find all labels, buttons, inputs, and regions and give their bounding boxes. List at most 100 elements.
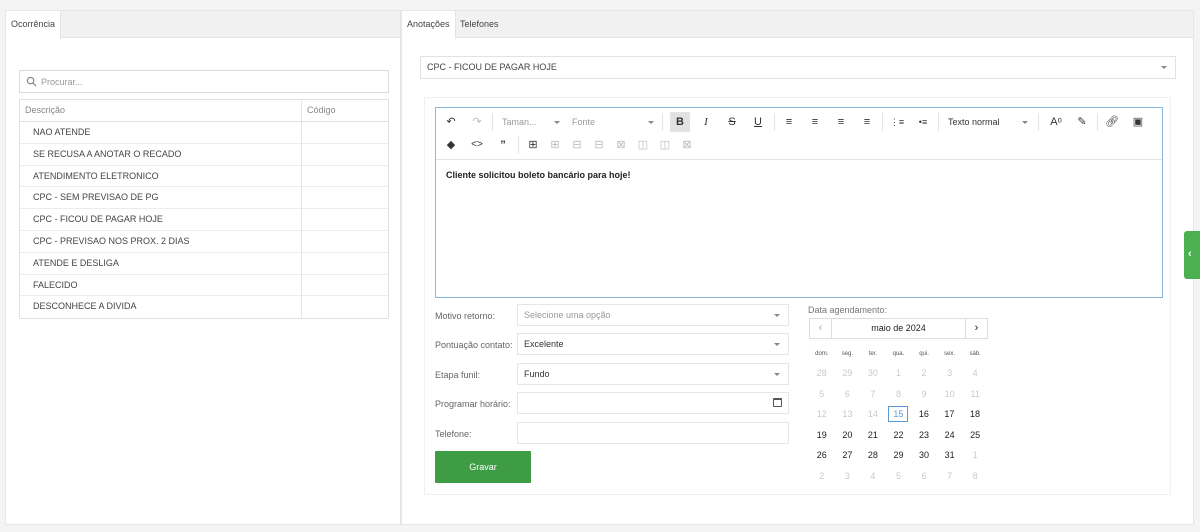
table-row[interactable]: CPC - SEM PREVISAO DE PG: [20, 187, 388, 210]
row-descricao: CPC - FICOU DE PAGAR HOJE: [20, 209, 302, 230]
paragraph-style-select[interactable]: Texto normal: [948, 112, 1028, 132]
table-row[interactable]: FALECIDO: [20, 274, 388, 297]
calendar-icon[interactable]: [773, 398, 782, 407]
programar-horario-input[interactable]: [517, 392, 789, 414]
calendar-day[interactable]: 24: [937, 425, 963, 446]
link-icon[interactable]: 🔗︎: [1102, 112, 1122, 132]
calendar-day[interactable]: 29: [886, 445, 912, 466]
calendar-day: 10: [944, 388, 955, 399]
strikethrough-icon[interactable]: S: [722, 112, 742, 132]
delete-row-icon[interactable]: ⊠: [611, 135, 631, 155]
insert-row-below-icon[interactable]: ⊟: [589, 135, 609, 155]
tab-telefones[interactable]: Telefones: [455, 11, 504, 38]
gravar-button[interactable]: Gravar: [435, 451, 531, 483]
programar-label: Programar horário:: [435, 399, 511, 409]
calendar-day: 4: [870, 470, 876, 481]
highlight-pen-icon[interactable]: ✎: [1072, 112, 1092, 132]
chevron-down-icon: [554, 121, 560, 124]
calendar-day: 9: [921, 388, 927, 399]
calendar-day: 6: [921, 470, 927, 481]
font-size-select[interactable]: Taman...: [502, 112, 560, 132]
row-descricao: NAO ATENDE: [20, 122, 302, 143]
calendar-day: 5: [819, 388, 825, 399]
calendar-day[interactable]: 21: [860, 425, 886, 446]
table-row[interactable]: CPC - FICOU DE PAGAR HOJE: [20, 209, 388, 231]
align-justify-icon[interactable]: ≡: [857, 112, 877, 132]
table-delete-icon[interactable]: ⊞: [545, 135, 565, 155]
table-row[interactable]: SE RECUSA A ANOTAR O RECADO: [20, 143, 388, 166]
calendar-week: 5 6 7 8 9 10 11: [809, 384, 988, 405]
calendar-day[interactable]: 25: [962, 425, 988, 446]
occurrence-select[interactable]: CPC - FICOU DE PAGAR HOJE: [420, 56, 1176, 79]
eraser-icon[interactable]: ◆: [441, 135, 461, 155]
calendar-day[interactable]: 31: [937, 445, 963, 466]
table-header: Descrição Código: [20, 100, 388, 122]
calendar-day[interactable]: 23: [911, 425, 937, 446]
image-icon[interactable]: ▣: [1128, 112, 1148, 132]
insert-column-left-icon[interactable]: ◫: [633, 135, 653, 155]
weekday-label: dom.: [815, 351, 829, 357]
quote-icon[interactable]: ”: [493, 135, 513, 155]
insert-table-icon[interactable]: ⊞: [523, 135, 543, 155]
chevron-right-icon[interactable]: ›: [965, 319, 987, 338]
pontuacao-select[interactable]: Excelente: [517, 333, 789, 355]
table-row[interactable]: ATENDIMENTO ELETRONICO: [20, 165, 388, 188]
search-input[interactable]: [41, 73, 371, 90]
calendar-day[interactable]: 27: [835, 445, 861, 466]
calendar-day[interactable]: 28: [860, 445, 886, 466]
calendar-day: 28: [816, 368, 827, 378]
search-box: [19, 70, 389, 93]
bold-icon[interactable]: B: [670, 112, 690, 132]
etapa-select[interactable]: Fundo: [517, 363, 789, 385]
column-header-codigo[interactable]: Código: [302, 100, 388, 121]
table-row[interactable]: DESCONHECE A DIVIDA: [20, 296, 388, 319]
table-row[interactable]: NAO ATENDE: [20, 122, 388, 144]
italic-icon[interactable]: I: [696, 112, 716, 132]
calendar-day: 8: [895, 388, 901, 399]
calendar-day[interactable]: 19: [809, 425, 835, 446]
calendar-month[interactable]: maio de 2024: [832, 319, 965, 338]
calendar-day: 8: [972, 470, 978, 481]
align-center-icon[interactable]: ≡: [805, 112, 825, 132]
calendar-week: 26 27 28 29 30 31 1: [809, 445, 988, 466]
insert-row-above-icon[interactable]: ⊟: [567, 135, 587, 155]
insert-column-right-icon[interactable]: ◫: [655, 135, 675, 155]
underline-icon[interactable]: U: [748, 112, 768, 132]
motivo-label: Motivo retorno:: [435, 311, 496, 321]
redo-icon[interactable]: ↷: [467, 112, 487, 132]
calendar-day[interactable]: 22: [886, 425, 912, 446]
editor-content[interactable]: Cliente solicitou boleto bancário para h…: [446, 170, 631, 180]
bullet-list-icon[interactable]: •≡: [913, 112, 933, 132]
calendar-day-today[interactable]: 15: [888, 406, 909, 423]
align-left-icon[interactable]: ≡: [779, 112, 799, 132]
calendar-day[interactable]: 20: [835, 425, 861, 446]
chevron-down-icon: [774, 373, 780, 376]
pontuacao-label: Pontuação contato:: [435, 340, 513, 350]
table-row[interactable]: CPC - PREVISAO NOS PROX. 2 DIAS: [20, 230, 388, 253]
calendar-day[interactable]: 30: [911, 445, 937, 466]
undo-icon[interactable]: ↶: [441, 112, 461, 132]
font-color-icon[interactable]: Aᵒ: [1046, 112, 1066, 132]
tab-anotacoes[interactable]: Anotações: [402, 11, 456, 39]
row-codigo: [302, 166, 388, 187]
tab-ocorrencia[interactable]: Ocorrência: [6, 11, 62, 39]
toolbar-separator: [938, 113, 939, 131]
delete-column-icon[interactable]: ⊠: [677, 135, 697, 155]
telefone-input[interactable]: [517, 422, 789, 444]
code-icon[interactable]: <>: [467, 135, 487, 155]
calendar-day[interactable]: 26: [809, 445, 835, 466]
calendar-day[interactable]: 18: [962, 404, 988, 425]
calendar-day[interactable]: 17: [937, 404, 963, 425]
side-drawer-toggle[interactable]: ‹: [1184, 231, 1200, 279]
align-right-icon[interactable]: ≡: [831, 112, 851, 132]
chevron-left-icon[interactable]: ‹: [810, 319, 832, 338]
left-tab-bar: Ocorrência: [6, 11, 400, 39]
column-header-descricao[interactable]: Descrição: [20, 100, 302, 121]
motivo-select[interactable]: Selecione uma opção: [517, 304, 789, 326]
font-select[interactable]: Fonte: [572, 112, 654, 132]
table-row[interactable]: ATENDE E DESLIGA: [20, 252, 388, 275]
calendar-day[interactable]: 16: [911, 404, 937, 425]
chevron-left-icon: ‹: [1188, 248, 1192, 260]
weekday-label: qua.: [892, 351, 905, 357]
ordered-list-icon[interactable]: ⋮≡: [887, 112, 907, 132]
